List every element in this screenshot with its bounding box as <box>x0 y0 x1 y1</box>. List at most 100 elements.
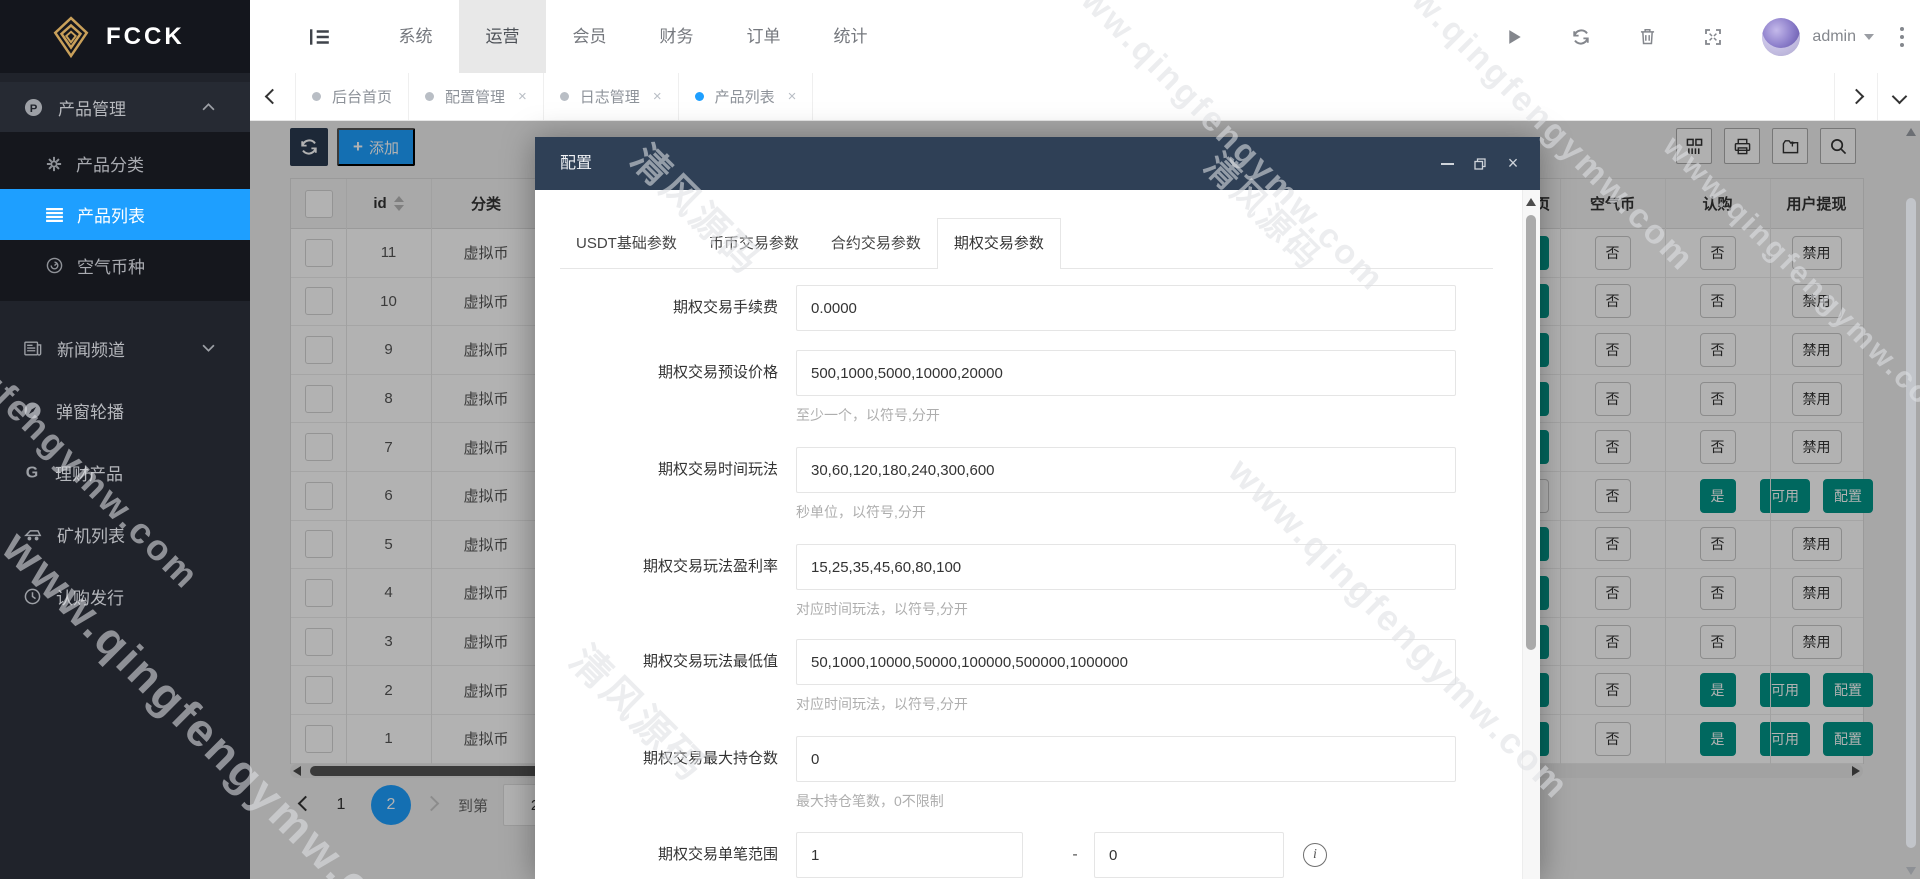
nav-item-运营[interactable]: 运营 <box>459 0 546 73</box>
field-help-text: 秒单位，以符号,分开 <box>796 502 926 522</box>
sidebar-item-label: 空气币种 <box>77 253 145 278</box>
sidebar-item-新闻频道[interactable]: 新闻频道 <box>0 317 250 379</box>
navbar-play-button[interactable] <box>1496 0 1534 73</box>
tab-close-icon[interactable]: × <box>518 88 527 105</box>
nav-item-系统[interactable]: 系统 <box>372 0 459 73</box>
chevron-left-icon <box>265 89 281 105</box>
nav-item-财务[interactable]: 财务 <box>633 0 720 73</box>
sidebar-item-label: 弹窗轮播 <box>56 398 124 423</box>
top-navbar: FCCK 系统运营会员财务订单统计 admin <box>0 0 1920 73</box>
scroll-up-icon[interactable] <box>1526 198 1536 206</box>
tab-后台首页[interactable]: 后台首页 <box>296 73 409 120</box>
tab-close-icon[interactable]: × <box>788 88 797 105</box>
gear-icon <box>46 156 62 172</box>
form-field: 期权交易玩法最低值对应时间玩法，以符号,分开 <box>535 639 1493 685</box>
tabbar-tabs: 后台首页配置管理×日志管理×产品列表× <box>296 73 813 120</box>
tab-dot-icon <box>425 92 434 101</box>
chevron-down-icon <box>202 344 215 352</box>
field-label: 期权交易预设价格 <box>535 350 778 396</box>
modal-scrollbar-thumb[interactable] <box>1526 215 1536 650</box>
tabbar-menu-button[interactable] <box>1877 73 1920 120</box>
field-input[interactable] <box>796 736 1456 782</box>
modal-scrollbar[interactable] <box>1522 190 1540 879</box>
sidebar-item-矿机列表[interactable]: 矿机列表 <box>0 503 250 565</box>
tab-产品列表[interactable]: 产品列表 × <box>679 73 814 120</box>
field-help-text: 对应时间玩法，以符号,分开 <box>796 694 968 714</box>
field-help-text: 最大持仓笔数，0不限制 <box>796 791 944 811</box>
sidebar-item-理财产品[interactable]: G 理财产品 <box>0 441 250 503</box>
modal-tab-合约交易参数[interactable]: 合约交易参数 <box>815 219 937 269</box>
sidebar-item-label: 理财产品 <box>55 460 123 485</box>
form-field: 期权交易单笔范围-i <box>535 832 1493 878</box>
minimize-button[interactable] <box>1434 137 1460 190</box>
avatar[interactable] <box>1762 18 1800 56</box>
field-input[interactable] <box>796 447 1456 493</box>
info-icon[interactable]: i <box>1303 843 1327 867</box>
modal-tab-USDT基础参数[interactable]: USDT基础参数 <box>560 219 693 269</box>
range-max-input[interactable] <box>1094 832 1284 878</box>
modal-tab-期权交易参数[interactable]: 期权交易参数 <box>937 218 1061 269</box>
tabbar-scroll-left-button[interactable] <box>250 73 296 120</box>
sidebar-item-产品管理[interactable]: P 产品管理 <box>0 82 250 132</box>
field-label: 期权交易单笔范围 <box>535 832 778 878</box>
refresh-icon <box>1572 28 1590 46</box>
username[interactable]: admin <box>1812 28 1856 46</box>
scroll-up-icon[interactable] <box>1906 128 1916 136</box>
main-menu: 系统运营会员财务订单统计 <box>372 0 894 73</box>
svg-text:G: G <box>26 465 38 481</box>
coin-icon <box>46 257 63 274</box>
form-field: 期权交易最大持仓数最大持仓笔数，0不限制 <box>535 736 1493 782</box>
tab-close-icon[interactable]: × <box>653 88 662 105</box>
form-field: 期权交易预设价格至少一个，以符号,分开 <box>535 350 1493 396</box>
navbar-trash-button[interactable] <box>1628 0 1666 73</box>
tab-label: 配置管理 <box>445 86 505 107</box>
field-input[interactable] <box>796 350 1456 396</box>
page-scrollbar[interactable] <box>1903 120 1920 879</box>
fullscreen-icon <box>1705 29 1721 45</box>
tab-label: 产品列表 <box>715 86 775 107</box>
page-scrollbar-thumb[interactable] <box>1906 198 1916 848</box>
nav-item-订单[interactable]: 订单 <box>720 0 807 73</box>
field-label: 期权交易玩法盈利率 <box>535 544 778 590</box>
more-menu-button[interactable] <box>1900 25 1904 49</box>
field-help-text: 对应时间玩法，以符号,分开 <box>796 599 968 619</box>
navbar-fullscreen-button[interactable] <box>1694 0 1732 73</box>
tab-配置管理[interactable]: 配置管理 × <box>409 73 544 120</box>
app-root: + 添加 id分类11虚拟币10虚拟币9虚拟币8虚拟币7虚拟币6虚拟币5虚拟币4… <box>0 0 1920 879</box>
logo-text: FCCK <box>106 23 185 51</box>
tab-dot-icon <box>560 92 569 101</box>
miner-icon <box>24 527 42 542</box>
sidebar-item-认购发行[interactable]: 认购发行 <box>0 565 250 627</box>
modal-titlebar[interactable]: 配置 × <box>535 137 1540 190</box>
svg-text:P: P <box>30 102 38 114</box>
scroll-down-icon[interactable] <box>1906 867 1916 875</box>
nav-item-统计[interactable]: 统计 <box>807 0 894 73</box>
close-icon[interactable]: × <box>1500 137 1526 190</box>
sidebar-item-产品列表[interactable]: 产品列表 <box>0 189 250 240</box>
form-field: 期权交易手续费 <box>535 285 1493 331</box>
sidebar-submenu: 产品分类产品列表空气币种 <box>0 132 250 301</box>
sidebar-item-弹窗轮播[interactable]: 弹窗轮播 <box>0 379 250 441</box>
maximize-button[interactable] <box>1467 137 1493 190</box>
tabbar-scroll-right-button[interactable] <box>1834 73 1877 120</box>
tab-日志管理[interactable]: 日志管理× <box>544 73 679 120</box>
caret-down-icon[interactable] <box>1864 34 1874 40</box>
range-min-input[interactable] <box>796 832 1023 878</box>
sidebar-collapse-button[interactable] <box>300 0 340 73</box>
tab-label: 后台首页 <box>332 86 392 107</box>
field-input[interactable] <box>796 285 1456 331</box>
sidebar-item-空气币种[interactable]: 空气币种 <box>0 240 250 291</box>
modal-tab-币币交易参数[interactable]: 币币交易参数 <box>693 219 815 269</box>
field-input[interactable] <box>796 544 1456 590</box>
tabbar-right <box>1834 73 1920 120</box>
sidebar: P 产品管理产品分类产品列表空气币种新闻频道弹窗轮播 G 理财产品矿机列表认购发行 <box>0 73 250 879</box>
nav-item-会员[interactable]: 会员 <box>546 0 633 73</box>
sidebar-item-label: 产品分类 <box>76 151 144 176</box>
sidebar-item-产品分类[interactable]: 产品分类 <box>0 138 250 189</box>
navbar-right: admin <box>1468 0 1910 73</box>
field-input[interactable] <box>796 639 1456 685</box>
sidebar-item-label: 产品管理 <box>58 95 126 120</box>
logo-diamond-icon <box>52 16 90 58</box>
navbar-refresh-button[interactable] <box>1562 0 1600 73</box>
chevron-right-icon <box>1848 89 1864 105</box>
